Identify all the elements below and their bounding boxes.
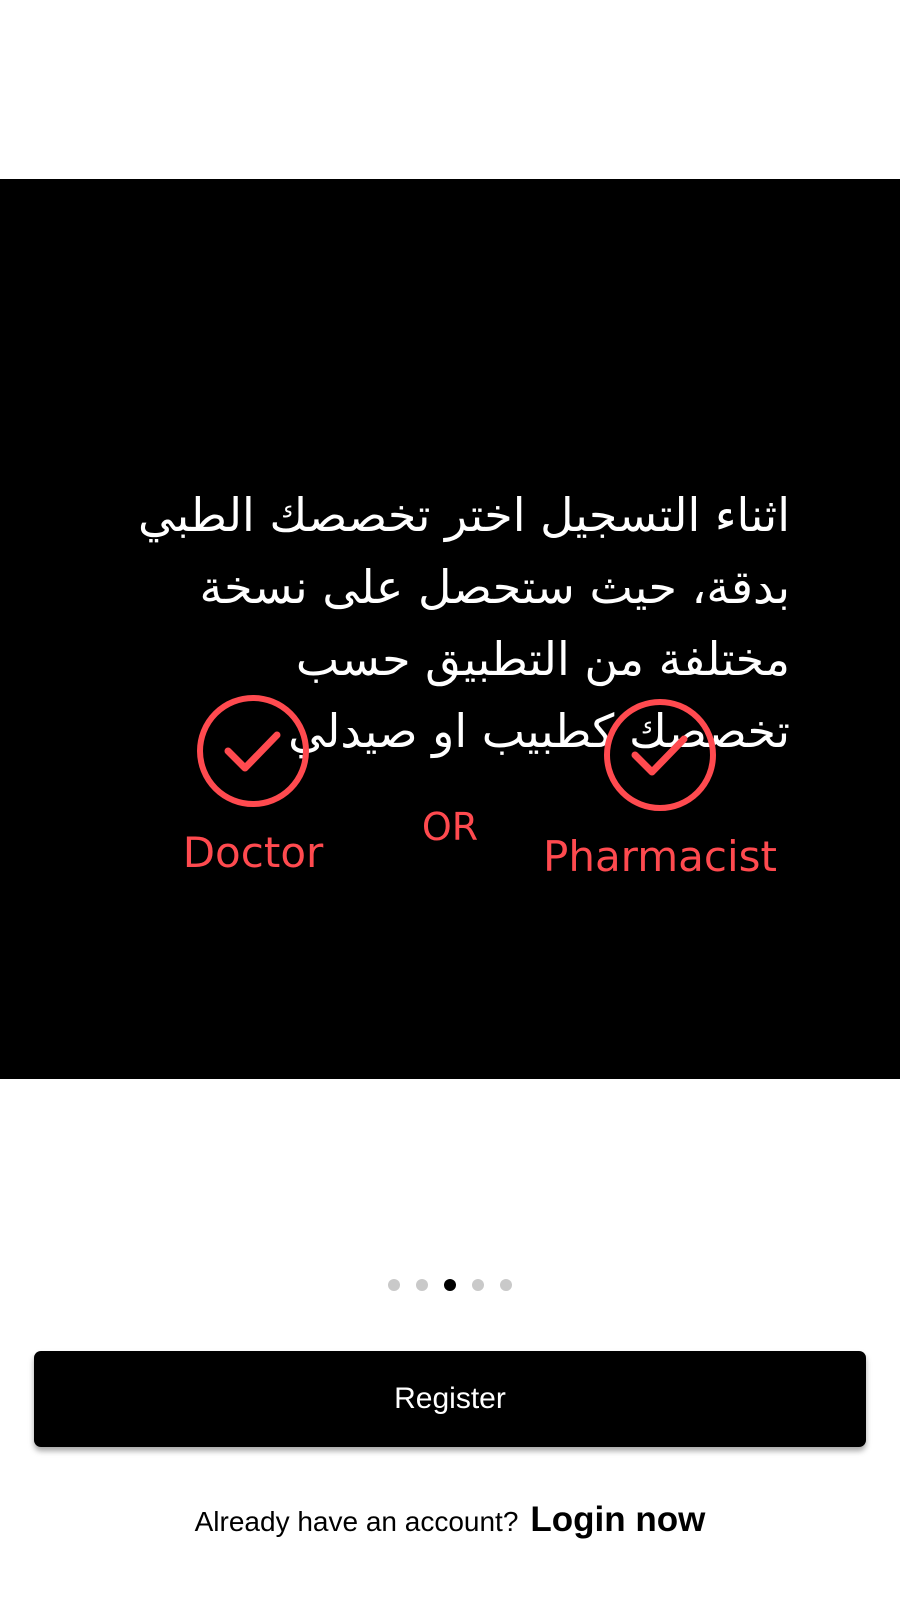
page-dot[interactable] [472, 1279, 484, 1291]
register-button[interactable]: Register [34, 1351, 866, 1447]
login-prompt: Already have an account? [194, 1506, 519, 1537]
login-now-link[interactable]: Login now [530, 1500, 705, 1540]
pharmacist-label: Pharmacist [543, 832, 777, 881]
check-circle-icon [604, 699, 716, 811]
slide-description-line: بدقة، حيث ستحصل على نسخة [199, 560, 790, 614]
pharmacist-option: Pharmacist [535, 697, 785, 881]
slide-description-line: اثناء التسجيل اختر تخصصك الطبي [138, 488, 790, 542]
or-separator: OR [421, 805, 479, 849]
page-indicator [0, 1279, 900, 1291]
doctor-option: Doctor [153, 693, 353, 877]
page-dot[interactable] [416, 1279, 428, 1291]
page-dot[interactable] [500, 1279, 512, 1291]
page-dot[interactable] [388, 1279, 400, 1291]
page-dot-active[interactable] [444, 1279, 456, 1291]
onboarding-slide: اثناء التسجيل اختر تخصصك الطبي بدقة، حيث… [0, 179, 900, 1079]
slide-description-line: مختلفة من التطبيق حسب [295, 632, 790, 686]
login-row: Already have an account? Login now [0, 1500, 900, 1540]
check-circle-icon [197, 695, 309, 807]
doctor-label: Doctor [182, 828, 324, 877]
